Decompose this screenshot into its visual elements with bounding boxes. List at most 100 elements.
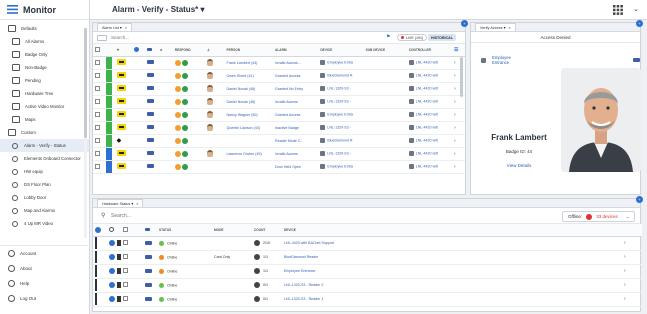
grid-icon[interactable] — [613, 5, 623, 15]
row-video[interactable] — [144, 108, 158, 122]
expand-icon[interactable] — [95, 226, 101, 233]
add-panel-button[interactable]: + — [461, 20, 468, 27]
close-icon[interactable]: × — [125, 26, 127, 30]
clear-icon[interactable] — [181, 150, 188, 157]
row-device[interactable]: BlueDiamond Reader — [282, 250, 622, 265]
row-expand[interactable] — [107, 292, 121, 307]
row-person[interactable]: Owen Sherit (41) — [224, 69, 274, 83]
offline-filter[interactable]: Offline: 33 devices ⌄ — [562, 211, 636, 222]
col-video[interactable] — [143, 224, 157, 237]
alarm-row[interactable]: ◆ Reader Mode C... BlueDiamond R LNL-4420 w… — [93, 134, 465, 148]
video-icon[interactable] — [146, 73, 154, 77]
acknowledge-icon[interactable] — [174, 124, 181, 131]
chevron-right-icon[interactable]: › — [454, 86, 456, 92]
row-expand[interactable]: › — [452, 160, 465, 174]
row-alarm[interactable]: Reader Mode C... — [273, 134, 319, 148]
row-select[interactable] — [121, 278, 143, 293]
row-device[interactable]: Employee Entra — [318, 56, 364, 70]
row-select[interactable] — [93, 147, 106, 161]
col-expand[interactable] — [93, 224, 107, 237]
row-checkbox[interactable] — [95, 59, 100, 65]
row-alarm[interactable]: Inactive Badge — [273, 121, 319, 135]
video-icon[interactable] — [145, 254, 152, 259]
acknowledge-icon[interactable] — [174, 163, 181, 170]
row-respond[interactable] — [172, 147, 206, 161]
chevron-right-icon[interactable]: › — [454, 73, 456, 79]
chevron-down-icon[interactable]: ⌄ — [633, 5, 639, 13]
alarm-row[interactable]: Daniel Novak (46) Granted No Entry LNL-132… — [93, 82, 465, 96]
sidebar-item[interactable]: Maps — [0, 113, 89, 126]
tab-hardware-status[interactable]: Hardware Status ▾ × — [97, 199, 144, 207]
acknowledge-icon[interactable] — [174, 150, 181, 157]
row-select[interactable] — [93, 160, 106, 174]
acknowledge-icon[interactable] — [174, 98, 181, 105]
row-select[interactable] — [93, 82, 106, 96]
row-checkbox[interactable] — [123, 254, 128, 259]
row-controller[interactable]: LNL-4420 witt — [406, 95, 453, 109]
chevron-right-icon[interactable]: › — [454, 60, 456, 66]
col-settings[interactable] — [622, 224, 642, 237]
row-expand[interactable] — [107, 250, 121, 265]
sidebar-item[interactable]: 4 Up MR Video — [0, 217, 89, 230]
row-person[interactable]: Lawrence Gruber (45) — [224, 147, 274, 161]
add-panel-button[interactable]: + — [636, 20, 643, 27]
video-icon[interactable] — [145, 240, 152, 245]
sidebar-scrollbar-thumb[interactable] — [84, 28, 87, 138]
hardware-row[interactable]: Online 0/1 LNL-1320-S3 - Reader 2 › — [93, 278, 642, 293]
acknowledge-icon[interactable] — [174, 72, 181, 79]
row-expand[interactable] — [107, 278, 121, 293]
sidebar-item[interactable]: DS Floor Plan — [0, 178, 89, 191]
col-info[interactable] — [131, 44, 145, 57]
row-video[interactable] — [144, 147, 158, 161]
search-input[interactable]: Search... — [111, 213, 131, 219]
columns-settings-icon[interactable]: ☰ — [454, 47, 458, 53]
col-star[interactable]: ★ — [157, 44, 173, 57]
row-alarm[interactable]: Granted Access — [273, 69, 319, 83]
row-checkbox[interactable] — [123, 296, 128, 301]
row-video[interactable] — [144, 69, 158, 83]
col-flag[interactable]: ⚑ — [114, 44, 132, 57]
col-alarm[interactable]: ALARM — [273, 44, 319, 57]
row-respond[interactable] — [172, 160, 206, 174]
alarm-row[interactable]: Nancy Wagner (50) Granted Access Employee … — [93, 108, 465, 122]
row-device[interactable]: BlueDiamond R — [318, 69, 364, 83]
chevron-right-icon[interactable]: › — [624, 254, 626, 260]
clear-icon[interactable] — [181, 98, 188, 105]
row-alarm[interactable]: Granted Access — [273, 108, 319, 122]
expand-icon[interactable] — [109, 296, 115, 302]
alarm-row[interactable]: Owen Sherit (41) Granted Access BlueDiamon… — [93, 69, 465, 83]
alarm-row[interactable]: Door Held Open Employee Entra LNL-4420 wit… — [93, 160, 465, 174]
row-respond[interactable] — [172, 56, 206, 70]
row-alarm[interactable]: Granted No Entry — [273, 82, 319, 96]
chevron-right-icon[interactable]: › — [454, 138, 456, 144]
video-icon[interactable] — [146, 125, 154, 129]
sidebar-item[interactable]: Defaults — [0, 22, 89, 35]
row-checkbox[interactable] — [95, 124, 100, 130]
row-select[interactable] — [121, 236, 143, 251]
clear-icon[interactable] — [181, 124, 188, 131]
hardware-row[interactable]: Online 0/1 LNL-1320-S3 - Reader 1 › — [93, 292, 642, 307]
row-expand[interactable]: › — [452, 147, 465, 161]
sidebar-item[interactable]: Active Video Monitor — [0, 100, 89, 113]
expand-icon[interactable] — [109, 282, 115, 288]
row-select[interactable] — [93, 95, 106, 109]
row-select[interactable] — [121, 264, 143, 279]
chevron-right-icon[interactable]: › — [624, 268, 626, 274]
col-collapse[interactable] — [107, 224, 121, 237]
sidebar-item[interactable]: Pending — [0, 74, 89, 87]
alarm-row[interactable]: Frank Lambert (44) Invalid Access... Emplo… — [93, 56, 465, 70]
row-checkbox[interactable] — [95, 98, 100, 104]
row-respond[interactable] — [172, 82, 206, 96]
row-controller[interactable]: LNL-4420 witt — [406, 147, 453, 161]
col-status[interactable]: STATUS — [157, 224, 212, 237]
row-select[interactable] — [121, 292, 143, 307]
row-expand[interactable]: › — [452, 56, 465, 70]
video-icon[interactable] — [633, 58, 640, 62]
row-checkbox[interactable] — [95, 163, 100, 169]
row-video[interactable] — [143, 292, 157, 307]
collapse-icon[interactable] — [109, 226, 114, 232]
row-video[interactable] — [144, 134, 158, 148]
row-device[interactable]: LNL-1320-S3 - Reader 2 — [282, 278, 622, 293]
video-icon[interactable] — [146, 60, 154, 64]
acknowledge-icon[interactable] — [174, 59, 181, 66]
